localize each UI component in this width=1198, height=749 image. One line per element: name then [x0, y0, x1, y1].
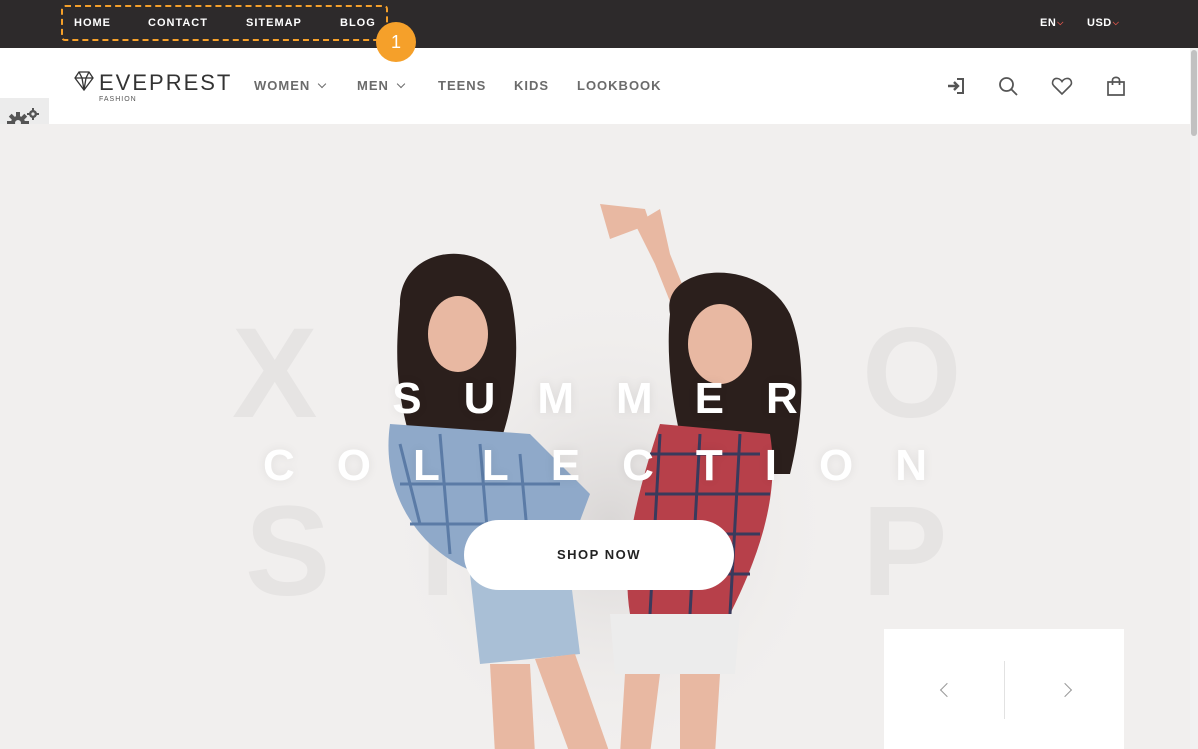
top-link-contact[interactable]: CONTACT	[148, 17, 208, 29]
logo[interactable]: EVEPREST FASHION	[73, 70, 230, 103]
slider-controls	[884, 629, 1124, 749]
scrollbar-track[interactable]	[1190, 48, 1198, 749]
diamond-icon	[74, 71, 94, 92]
hero-headline-line1: SUMMER	[392, 374, 840, 423]
language-selector[interactable]: EN⌵	[1040, 17, 1064, 29]
chevron-right-icon[interactable]	[1057, 682, 1073, 698]
bg-letter: P	[862, 480, 948, 623]
shop-now-button[interactable]: SHOP NOW	[464, 520, 734, 590]
heart-icon[interactable]	[1050, 74, 1074, 98]
chevron-down-icon: ⌵	[1112, 18, 1120, 27]
chevron-down-icon	[318, 79, 327, 89]
scrollbar-thumb[interactable]	[1191, 50, 1197, 136]
logo-subtitle: FASHION	[99, 96, 137, 103]
chevron-down-icon: ⌵	[1057, 18, 1064, 27]
annotation-badge: 1	[376, 22, 416, 62]
nav-men[interactable]: MEN	[357, 78, 406, 93]
nav-lookbook[interactable]: LOOKBOOK	[577, 78, 662, 93]
hero-banner: X O X O S H O P SUMMER COLLECTION SHOP N…	[0, 124, 1190, 749]
top-link-blog[interactable]: BLOG	[340, 17, 376, 29]
logo-text: EVEPREST	[99, 70, 233, 95]
currency-value: USD	[1087, 17, 1112, 29]
chevron-left-icon[interactable]	[939, 682, 955, 698]
currency-selector[interactable]: USD⌵	[1087, 17, 1119, 29]
nav-men-label: MEN	[357, 78, 389, 93]
shopping-bag-icon[interactable]	[1104, 74, 1128, 98]
chevron-down-icon	[396, 79, 406, 89]
hero-headline-line2: COLLECTION	[263, 441, 969, 490]
nav-women[interactable]: WOMEN	[254, 78, 327, 93]
bg-letter: S	[245, 480, 331, 623]
slider-divider	[1004, 661, 1005, 719]
top-link-home[interactable]: HOME	[74, 17, 111, 29]
search-icon[interactable]	[996, 74, 1020, 98]
nav-teens[interactable]: TEENS	[438, 78, 486, 93]
main-header: EVEPREST FASHION WOMEN MEN TEENS KIDS LO…	[0, 48, 1190, 124]
top-link-sitemap[interactable]: SITEMAP	[246, 17, 302, 29]
nav-women-label: WOMEN	[254, 78, 311, 93]
top-nav-highlight: HOME CONTACT SITEMAP BLOG	[61, 5, 388, 41]
language-value: EN	[1040, 17, 1057, 29]
nav-kids[interactable]: KIDS	[514, 78, 549, 93]
sign-in-icon[interactable]	[944, 74, 968, 98]
top-bar: HOME CONTACT SITEMAP BLOG EN⌵ USD⌵	[0, 0, 1198, 48]
